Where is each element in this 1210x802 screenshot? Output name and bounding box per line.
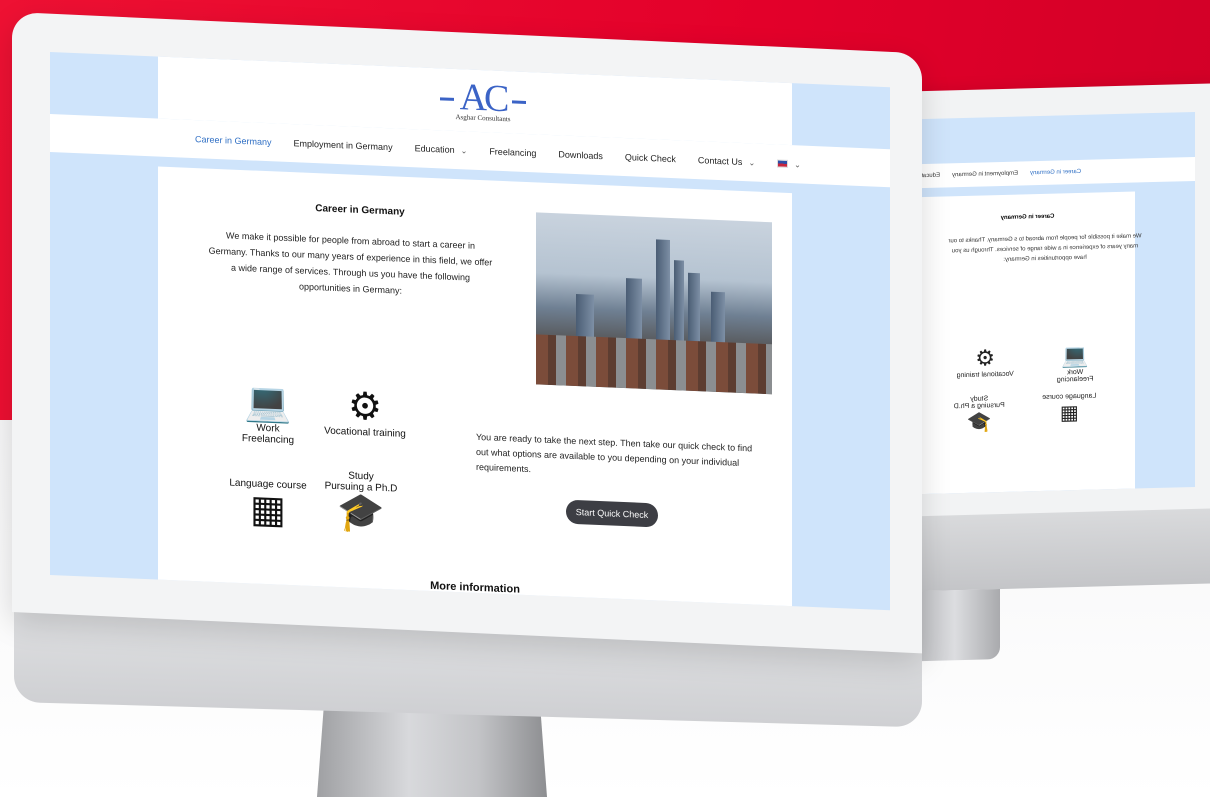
team-gear-icon: ⚙ [975,345,996,371]
back-content: Career in Germany We make it possible fo… [920,192,1141,495]
laptop-job-icon: 💻 [244,381,292,426]
service-label: Vocational training [324,425,406,440]
service-vocational: ⚙ Vocational training [310,385,420,441]
graduate-icon: 🎓 [337,491,385,536]
start-quick-check-button[interactable]: Start Quick Check [566,499,658,528]
back-service-label: Vocational training [956,370,1014,380]
nav-label: Freelancing [489,146,537,159]
frankfurt-skyline-image [536,212,772,395]
site-logo[interactable]: AC Asghar Consultants [440,76,526,123]
team-gear-icon: ⚙ [347,385,383,429]
service-study: Study Pursuing a Ph.D 🎓 [316,469,406,535]
back-title: Career in Germany [1000,213,1055,222]
uk-flag-icon [777,159,789,168]
page-content: Career in Germany We make it possible fo… [158,166,792,611]
back-intro: We make it possible for people from abro… [948,233,1142,263]
logo-text: AC [459,76,507,121]
back-page: Career in Germany We make it possible fo… [920,191,1142,495]
nav-item-career[interactable]: Career in Germany [195,134,272,147]
teacher-board-icon: ▦ [250,488,286,532]
monitor-screen: AC Asghar Consultants Career in Germany … [50,52,890,611]
service-language: Language course ▦ [218,477,318,532]
chevron-down-icon: ⌄ [460,145,468,155]
service-label: Work Freelancing [241,422,295,447]
chevron-down-icon: ⌄ [748,157,756,168]
teacher-board-icon: ▦ [1059,401,1079,425]
laptop-job-icon: 💻 [1061,342,1089,369]
back-nav-item: Employment in Germany [952,170,1019,179]
front-monitor-stand [317,705,547,797]
back-service-icons: 💻 Work Freelancing ⚙ Vocational training… [935,342,1115,436]
nav-item-downloads[interactable]: Downloads [558,149,603,161]
front-monitor: AC Asghar Consultants Career in Germany … [12,12,927,802]
nav-item-contact[interactable]: Contact Us ⌄ [698,155,755,167]
nav-label: Downloads [558,149,603,162]
chevron-down-icon: ⌄ [794,159,801,169]
nav-label: Education [414,143,455,155]
back-service-label: Freelancing [1056,375,1094,384]
nav-item-quick-check[interactable]: Quick Check [625,152,676,164]
back-nav: Career in Germany Employment in Germany … [900,156,1195,189]
graduate-icon: 🎓 [966,411,992,434]
skyline-tower [674,260,684,351]
old-town-roofs [536,334,772,395]
nav-item-freelancing[interactable]: Freelancing [489,146,536,158]
nav-item-education[interactable]: Education ⌄ [415,143,468,155]
nav-label: Career in Germany [195,134,272,148]
skyline-tower [656,239,670,350]
service-work: 💻 Work Freelancing [228,381,308,446]
cta-text: You are ready to take the next step. The… [476,431,753,475]
nav-label: Employment in Germany [293,138,393,153]
language-switcher[interactable]: ⌄ [777,159,801,169]
back-nav-item: Career in Germany [1030,168,1082,177]
nav-label: Contact Us [697,155,743,168]
nav-item-employment[interactable]: Employment in Germany [294,138,393,152]
back-monitor-screen: Career in Germany Employment in Germany … [900,111,1195,495]
nav-label: Quick Check [624,152,676,165]
intro-text: We make it possible for people from abro… [208,230,493,296]
skyline-tower [688,272,700,352]
page-title: Career in Germany [315,203,405,218]
